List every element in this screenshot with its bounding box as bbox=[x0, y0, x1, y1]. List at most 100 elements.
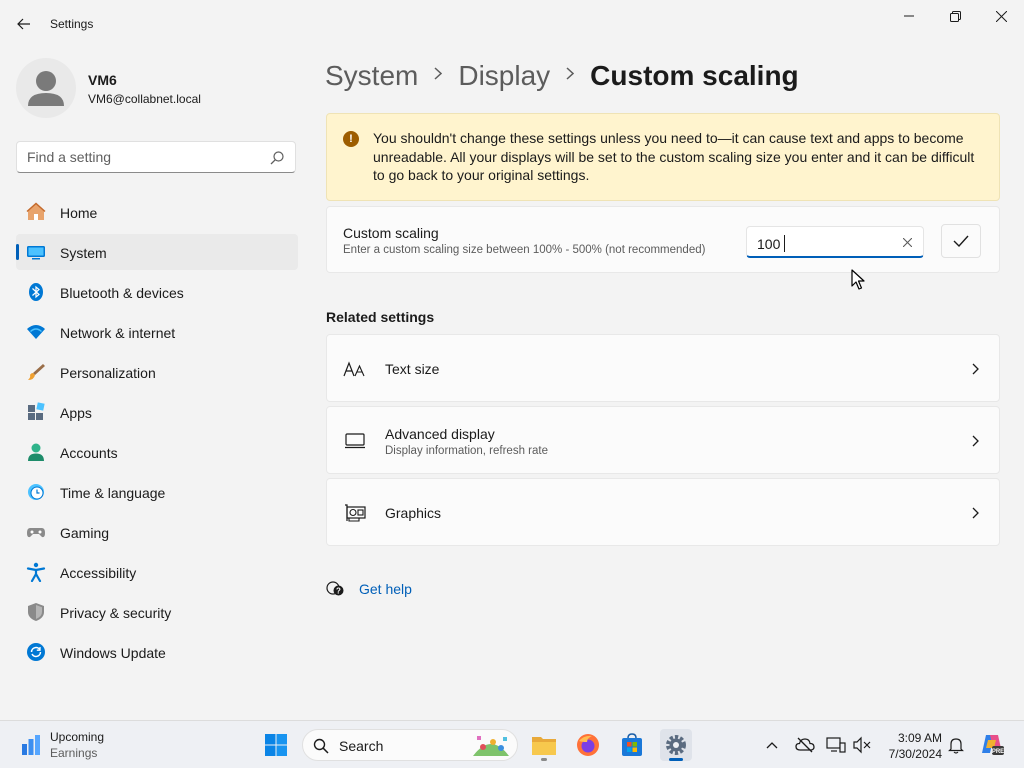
chevron-right-icon bbox=[972, 435, 979, 447]
sidebar-item-accessibility[interactable]: Accessibility bbox=[16, 554, 298, 590]
sidebar-item-label: Home bbox=[60, 205, 98, 221]
svg-text:?: ? bbox=[336, 587, 341, 596]
sidebar-item-accounts[interactable]: Accounts bbox=[16, 434, 298, 470]
sidebar-item-personalization[interactable]: Personalization bbox=[16, 354, 298, 390]
sidebar-item-bluetooth[interactable]: Bluetooth & devices bbox=[16, 274, 298, 310]
mouse-cursor-icon bbox=[851, 269, 865, 290]
widget-title: Upcoming bbox=[50, 730, 105, 744]
folder-icon bbox=[532, 737, 556, 755]
checkmark-icon bbox=[953, 235, 969, 247]
copilot-button[interactable]: PRE bbox=[980, 732, 1004, 756]
clear-input-button[interactable] bbox=[899, 234, 915, 250]
page-title: Custom scaling bbox=[590, 60, 799, 91]
sidebar-item-label: Personalization bbox=[60, 365, 156, 381]
taskbar: Upcoming Earnings Search 3:09 AM 7/30/20… bbox=[0, 720, 1024, 768]
related-text-size[interactable]: Text size bbox=[326, 334, 1000, 402]
taskbar-clock[interactable]: 3:09 AM 7/30/2024 bbox=[880, 730, 942, 762]
clock-globe-icon bbox=[26, 482, 46, 502]
widget-subtitle: Earnings bbox=[50, 746, 98, 760]
text-size-icon bbox=[343, 357, 367, 381]
bluetooth-icon bbox=[26, 282, 46, 302]
sidebar-item-label: Bluetooth & devices bbox=[60, 285, 184, 301]
user-profile[interactable]: VM6 VM6@collabnet.local bbox=[16, 58, 296, 118]
windows-logo-icon bbox=[265, 734, 287, 756]
breadcrumb-display[interactable]: Display bbox=[458, 60, 550, 92]
accessibility-icon bbox=[26, 562, 46, 582]
sidebar-item-label: Privacy & security bbox=[60, 605, 172, 621]
settings-search bbox=[16, 141, 296, 173]
close-icon bbox=[995, 10, 1007, 22]
custom-scaling-input[interactable]: 100 bbox=[746, 226, 924, 258]
shield-icon bbox=[26, 602, 46, 622]
tray-onedrive[interactable] bbox=[795, 735, 815, 755]
sidebar-item-label: Time & language bbox=[60, 485, 166, 501]
app-title: Settings bbox=[50, 17, 94, 31]
brush-icon bbox=[26, 362, 46, 382]
sidebar-item-label: Network & internet bbox=[60, 325, 176, 341]
chevron-right-icon bbox=[972, 363, 979, 375]
avatar bbox=[16, 58, 76, 118]
notifications-button[interactable] bbox=[946, 735, 966, 755]
restore-icon bbox=[949, 10, 961, 22]
sidebar-item-label: Gaming bbox=[60, 525, 110, 541]
gamepad-icon bbox=[26, 522, 46, 542]
custom-scaling-card: Custom scaling Enter a custom scaling si… bbox=[326, 206, 1000, 273]
sidebar-item-system[interactable]: System bbox=[16, 234, 298, 270]
monitor-network-icon bbox=[826, 737, 846, 753]
svg-text:PRE: PRE bbox=[992, 749, 1004, 755]
cloud-offline-icon bbox=[795, 737, 815, 753]
search-icon[interactable] bbox=[269, 150, 285, 166]
warning-icon: ! bbox=[343, 131, 359, 147]
sidebar-item-gaming[interactable]: Gaming bbox=[16, 514, 298, 550]
related-advanced-display[interactable]: Advanced display Display information, re… bbox=[326, 406, 1000, 474]
sidebar-item-privacy[interactable]: Privacy & security bbox=[16, 594, 298, 630]
warning-banner: ! You shouldn't change these settings un… bbox=[326, 113, 1000, 201]
restore-button[interactable] bbox=[932, 0, 978, 32]
back-button[interactable] bbox=[10, 12, 38, 36]
close-icon bbox=[902, 237, 912, 247]
tray-volume[interactable] bbox=[852, 735, 872, 755]
graphics-card-icon bbox=[343, 501, 367, 525]
taskbar-search[interactable]: Search bbox=[302, 729, 518, 761]
sidebar-item-apps[interactable]: Apps bbox=[16, 394, 298, 430]
arrow-left-icon bbox=[17, 18, 30, 30]
tray-display[interactable] bbox=[826, 735, 846, 755]
title-bar: Settings bbox=[0, 0, 1024, 48]
sidebar-item-network[interactable]: Network & internet bbox=[16, 314, 298, 350]
monitor-icon bbox=[343, 429, 367, 453]
tray-overflow-button[interactable] bbox=[762, 735, 782, 755]
custom-scaling-value: 100 bbox=[757, 235, 786, 252]
sidebar-item-windows-update[interactable]: Windows Update bbox=[16, 634, 298, 670]
breadcrumb-system[interactable]: System bbox=[325, 60, 418, 92]
stocks-icon bbox=[22, 735, 40, 755]
minimize-icon bbox=[904, 15, 914, 17]
minimize-button[interactable] bbox=[886, 0, 932, 32]
taskbar-file-explorer[interactable] bbox=[528, 729, 560, 761]
sidebar-item-label: Accounts bbox=[60, 445, 118, 461]
start-button[interactable] bbox=[260, 729, 292, 761]
apply-scaling-button[interactable] bbox=[941, 224, 981, 258]
sidebar-item-time-language[interactable]: Time & language bbox=[16, 474, 298, 510]
get-help-link[interactable]: Get help bbox=[359, 581, 412, 597]
related-settings-heading: Related settings bbox=[326, 309, 435, 325]
update-icon bbox=[26, 642, 46, 662]
related-item-title: Advanced display bbox=[385, 426, 495, 442]
bell-icon bbox=[948, 738, 964, 754]
search-input[interactable] bbox=[17, 142, 257, 172]
sidebar-nav: Home System Bluetooth & devices Network … bbox=[16, 194, 298, 674]
widgets-button[interactable]: Upcoming Earnings bbox=[20, 729, 140, 761]
clock-date: 7/30/2024 bbox=[888, 747, 942, 761]
volume-muted-icon bbox=[853, 736, 871, 754]
taskbar-settings[interactable] bbox=[660, 729, 692, 761]
taskbar-store[interactable] bbox=[616, 729, 648, 761]
related-item-title: Graphics bbox=[385, 505, 442, 521]
sidebar-item-home[interactable]: Home bbox=[16, 194, 298, 230]
user-avatar-icon bbox=[28, 71, 64, 106]
firefox-icon bbox=[577, 734, 599, 756]
related-graphics[interactable]: Graphics bbox=[326, 478, 1000, 546]
profile-email: VM6@collabnet.local bbox=[88, 92, 201, 106]
home-icon bbox=[26, 202, 46, 222]
chevron-right-icon bbox=[434, 64, 443, 85]
taskbar-firefox[interactable] bbox=[572, 729, 604, 761]
close-button[interactable] bbox=[978, 0, 1024, 32]
